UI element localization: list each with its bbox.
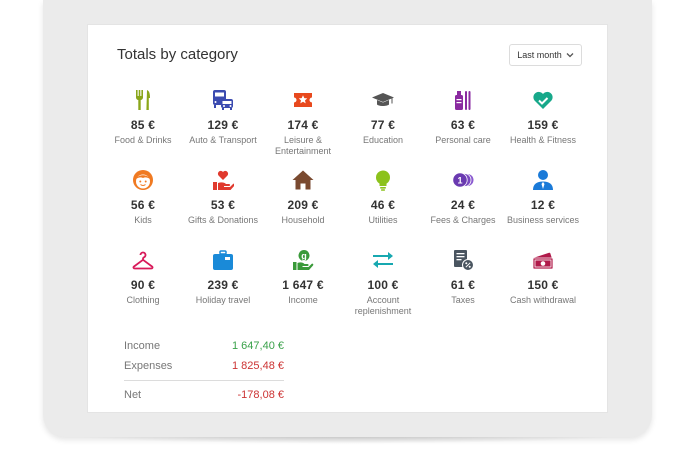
- chevron-down-icon: [566, 53, 574, 58]
- category-amount: 174 €: [287, 118, 319, 132]
- category-account-replenishment[interactable]: 100 € Account replenishment: [343, 248, 423, 328]
- category-amount: 129 €: [207, 118, 239, 132]
- category-label: Cash withdrawal: [509, 295, 577, 305]
- category-label: Leisure & Entertainment: [274, 135, 332, 156]
- category-amount: 46 €: [370, 198, 396, 212]
- category-amount: 85 €: [130, 118, 156, 132]
- category-label: Health & Fitness: [509, 135, 577, 145]
- fork-knife-icon: [132, 89, 154, 111]
- category-kids[interactable]: 56 € Kids: [103, 168, 183, 248]
- category-label: Personal care: [435, 135, 491, 145]
- category-label: Account replenishment: [354, 295, 412, 316]
- category-amount: 63 €: [450, 118, 476, 132]
- card-title: Totals by category: [117, 46, 238, 63]
- svg-text:1: 1: [457, 176, 462, 186]
- gift-hand-icon: [212, 169, 234, 191]
- bus-car-icon: [212, 89, 234, 111]
- suitcase-icon: [212, 249, 234, 271]
- category-label: Education: [362, 135, 404, 145]
- category-household[interactable]: 209 € Household: [263, 168, 343, 248]
- category-cash-withdrawal[interactable]: 150 € Cash withdrawal: [503, 248, 583, 328]
- category-amount: 56 €: [130, 198, 156, 212]
- category-amount: 90 €: [130, 278, 156, 292]
- income-value: 1 647,40 €: [232, 340, 284, 352]
- category-label: Business services: [506, 215, 580, 225]
- graduation-cap-icon: [372, 89, 394, 111]
- personal-care-icon: [452, 89, 474, 111]
- category-amount: 53 €: [210, 198, 236, 212]
- category-label: Kids: [134, 215, 152, 225]
- house-icon: [292, 169, 314, 191]
- totals-divider: [124, 380, 284, 381]
- category-health-fitness[interactable]: 159 € Health & Fitness: [503, 88, 583, 168]
- category-business-services[interactable]: 12 € Business services: [503, 168, 583, 248]
- income-hand-icon: g: [292, 249, 314, 271]
- business-person-icon: [532, 169, 554, 191]
- category-label: Holiday travel: [195, 295, 251, 305]
- coins-icon: 1: [452, 169, 474, 191]
- category-amount: 24 €: [450, 198, 476, 212]
- category-utilities[interactable]: 46 € Utilities: [343, 168, 423, 248]
- expenses-label: Expenses: [124, 360, 173, 372]
- income-label: Income: [124, 340, 161, 352]
- category-label: Clothing: [126, 295, 160, 305]
- category-label: Gifts & Donations: [187, 215, 259, 225]
- expenses-value: 1 825,48 €: [232, 360, 284, 372]
- svg-text:g: g: [301, 251, 307, 261]
- transfer-arrows-icon: [372, 249, 394, 271]
- category-gifts-donations[interactable]: 53 € Gifts & Donations: [183, 168, 263, 248]
- category-leisure-entertainment[interactable]: 174 € Leisure & Entertainment: [263, 88, 343, 168]
- category-clothing[interactable]: 90 € Clothing: [103, 248, 183, 328]
- tax-document-icon: [452, 249, 474, 271]
- category-personal-care[interactable]: 63 € Personal care: [423, 88, 503, 168]
- income-row: Income 1 647,40 €: [124, 337, 284, 357]
- category-amount: 159 €: [527, 118, 559, 132]
- category-amount: 61 €: [450, 278, 476, 292]
- net-row: Net -178,08 €: [124, 386, 284, 406]
- category-income[interactable]: g 1 647 € Income: [263, 248, 343, 328]
- category-food-drinks[interactable]: 85 € Food & Drinks: [103, 88, 183, 168]
- net-value: -178,08 €: [237, 389, 284, 401]
- totals-summary: Income 1 647,40 € Expenses 1 825,48 € Ne…: [124, 337, 284, 406]
- category-amount: 12 €: [530, 198, 556, 212]
- category-amount: 150 €: [527, 278, 559, 292]
- category-amount: 239 €: [207, 278, 239, 292]
- totals-card: Totals by category Last month 85 € Food …: [87, 24, 608, 413]
- category-education[interactable]: 77 € Education: [343, 88, 423, 168]
- category-holiday-travel[interactable]: 239 € Holiday travel: [183, 248, 263, 328]
- heart-check-icon: [532, 89, 554, 111]
- category-amount: 209 €: [287, 198, 319, 212]
- ticket-star-icon: [292, 89, 314, 111]
- period-dropdown-label: Last month: [517, 50, 562, 60]
- expenses-row: Expenses 1 825,48 €: [124, 357, 284, 377]
- category-label: Household: [281, 215, 325, 225]
- category-amount: 1 647 €: [282, 278, 324, 292]
- category-grid: 85 € Food & Drinks 129 € Auto & Transpor…: [103, 88, 583, 328]
- category-fees-charges[interactable]: 1 24 € Fees & Charges: [423, 168, 503, 248]
- category-label: Utilities: [368, 215, 398, 225]
- category-auto-transport[interactable]: 129 € Auto & Transport: [183, 88, 263, 168]
- category-label: Auto & Transport: [189, 135, 257, 145]
- category-label: Income: [288, 295, 318, 305]
- lightbulb-icon: [372, 169, 394, 191]
- category-taxes[interactable]: 61 € Taxes: [423, 248, 503, 328]
- kid-face-icon: [132, 169, 154, 191]
- period-dropdown[interactable]: Last month: [509, 44, 582, 66]
- category-label: Fees & Charges: [430, 215, 496, 225]
- cash-withdrawal-icon: [532, 249, 554, 271]
- category-amount: 100 €: [367, 278, 399, 292]
- category-label: Food & Drinks: [114, 135, 172, 145]
- net-label: Net: [124, 389, 142, 401]
- hanger-icon: [132, 249, 154, 271]
- category-amount: 77 €: [370, 118, 396, 132]
- category-label: Taxes: [451, 295, 475, 305]
